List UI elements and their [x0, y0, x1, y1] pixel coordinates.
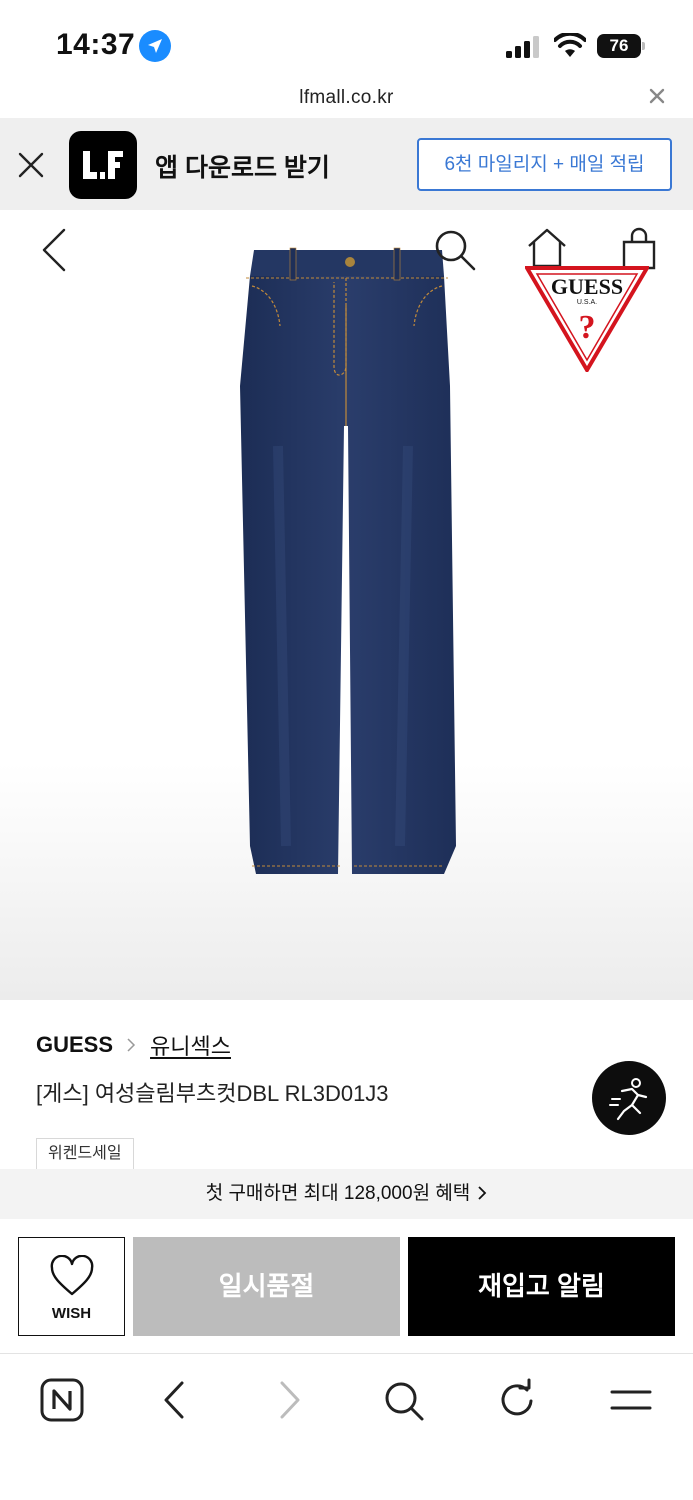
- browser-back-icon[interactable]: [152, 1377, 198, 1423]
- browser-forward-icon[interactable]: [266, 1377, 312, 1423]
- browser-search-icon[interactable]: [380, 1377, 426, 1423]
- product-image-area[interactable]: GUESS U.S.A. ?: [0, 210, 693, 1000]
- naver-home-icon[interactable]: [39, 1377, 85, 1423]
- brand-link[interactable]: GUESS: [36, 1032, 113, 1058]
- cellular-signal-icon: [506, 36, 539, 58]
- guess-logo-sub: U.S.A.: [577, 299, 597, 306]
- guess-logo-text: GUESS: [551, 274, 623, 299]
- wish-button[interactable]: WISH: [18, 1237, 125, 1336]
- reload-icon[interactable]: [494, 1377, 540, 1423]
- product-image[interactable]: [238, 246, 456, 878]
- shopping-bag-icon[interactable]: [620, 226, 658, 270]
- wifi-icon: [554, 33, 586, 57]
- svg-text:?: ?: [579, 309, 596, 346]
- browser-toolbar: [0, 1355, 693, 1500]
- brand-logo: GUESS U.S.A. ?: [523, 266, 651, 374]
- url-text[interactable]: lfmall.co.kr: [0, 87, 693, 109]
- menu-icon[interactable]: [608, 1377, 654, 1423]
- search-icon[interactable]: [433, 228, 477, 272]
- product-title: [게스] 여성슬림부츠컷DBL RL3D01J3: [36, 1081, 389, 1106]
- url-bar[interactable]: lfmall.co.kr: [0, 82, 693, 118]
- chevron-right-icon: [127, 1038, 136, 1052]
- heart-icon: [50, 1255, 94, 1296]
- app-logo: [69, 131, 137, 199]
- restock-alert-button[interactable]: 재입고 알림: [408, 1237, 675, 1336]
- battery-icon: 76: [597, 34, 645, 58]
- app-download-button[interactable]: 6천 마일리지 + 매일 적립: [417, 138, 672, 191]
- chevron-right-icon: [478, 1186, 487, 1200]
- runner-icon: [609, 1078, 648, 1121]
- status-time: 14:37: [56, 28, 136, 61]
- category-link[interactable]: 유니섹스: [150, 1029, 231, 1061]
- sale-tag: 위켄드세일: [36, 1138, 134, 1170]
- status-bar: 14:37 76: [0, 0, 693, 82]
- floating-runner-button[interactable]: [592, 1061, 666, 1135]
- sold-out-button: 일시품절: [133, 1237, 400, 1336]
- battery-level: 76: [597, 34, 641, 58]
- breadcrumb: GUESS 유니섹스: [36, 1030, 231, 1060]
- home-icon[interactable]: [526, 226, 568, 268]
- close-icon[interactable]: [649, 88, 665, 104]
- app-download-banner: 앱 다운로드 받기 6천 마일리지 + 매일 적립: [0, 118, 693, 210]
- banner-title: 앱 다운로드 받기: [155, 154, 330, 182]
- banner-close-icon[interactable]: [18, 152, 44, 178]
- purchase-action-bar: WISH 일시품절 재입고 알림: [0, 1219, 693, 1354]
- back-icon[interactable]: [38, 226, 68, 274]
- location-arrow-icon: [139, 30, 171, 62]
- wish-label: WISH: [51, 1305, 92, 1322]
- benefit-text: 첫 구매하면 최대 128,000원 혜택: [205, 1183, 471, 1204]
- first-purchase-benefit-bar[interactable]: 첫 구매하면 최대 128,000원 혜택: [0, 1169, 693, 1219]
